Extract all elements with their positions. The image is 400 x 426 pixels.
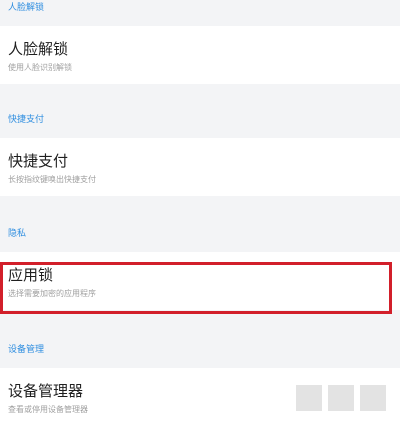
section-privacy: 隐私 应用锁 选择需要加密的应用程序: [0, 216, 400, 310]
watermark-block: [360, 385, 386, 411]
row-subtitle: 使用人脸识别解锁: [8, 63, 72, 72]
watermark-block: [296, 385, 322, 411]
section-header: 快捷支付: [0, 102, 400, 138]
watermark-block: [328, 385, 354, 411]
row-title: 应用锁: [8, 266, 54, 284]
face-unlock-row[interactable]: 人脸解锁 使用人脸识别解锁: [0, 26, 400, 84]
row-subtitle: 长按指纹键唤出快捷支付: [8, 175, 96, 184]
row-subtitle: 查看或停用设备管理器: [8, 405, 88, 414]
row-title: 人脸解锁: [8, 40, 69, 58]
quick-pay-row[interactable]: 快捷支付 长按指纹键唤出快捷支付: [0, 138, 400, 196]
row-subtitle: 选择需要加密的应用程序: [8, 289, 96, 298]
section-face-unlock: 人脸解锁 人脸解锁 使用人脸识别解锁: [0, 0, 400, 84]
row-title: 设备管理器: [8, 382, 84, 400]
row-title: 快捷支付: [8, 152, 69, 170]
section-header: 人脸解锁: [0, 0, 400, 26]
section-quick-pay: 快捷支付 快捷支付 长按指纹键唤出快捷支付: [0, 102, 400, 196]
section-device-management: 设备管理 设备管理器 查看或停用设备管理器: [0, 332, 400, 426]
app-lock-row[interactable]: 应用锁 选择需要加密的应用程序: [0, 252, 400, 310]
section-header: 隐私: [0, 216, 400, 252]
section-header: 设备管理: [0, 332, 400, 368]
